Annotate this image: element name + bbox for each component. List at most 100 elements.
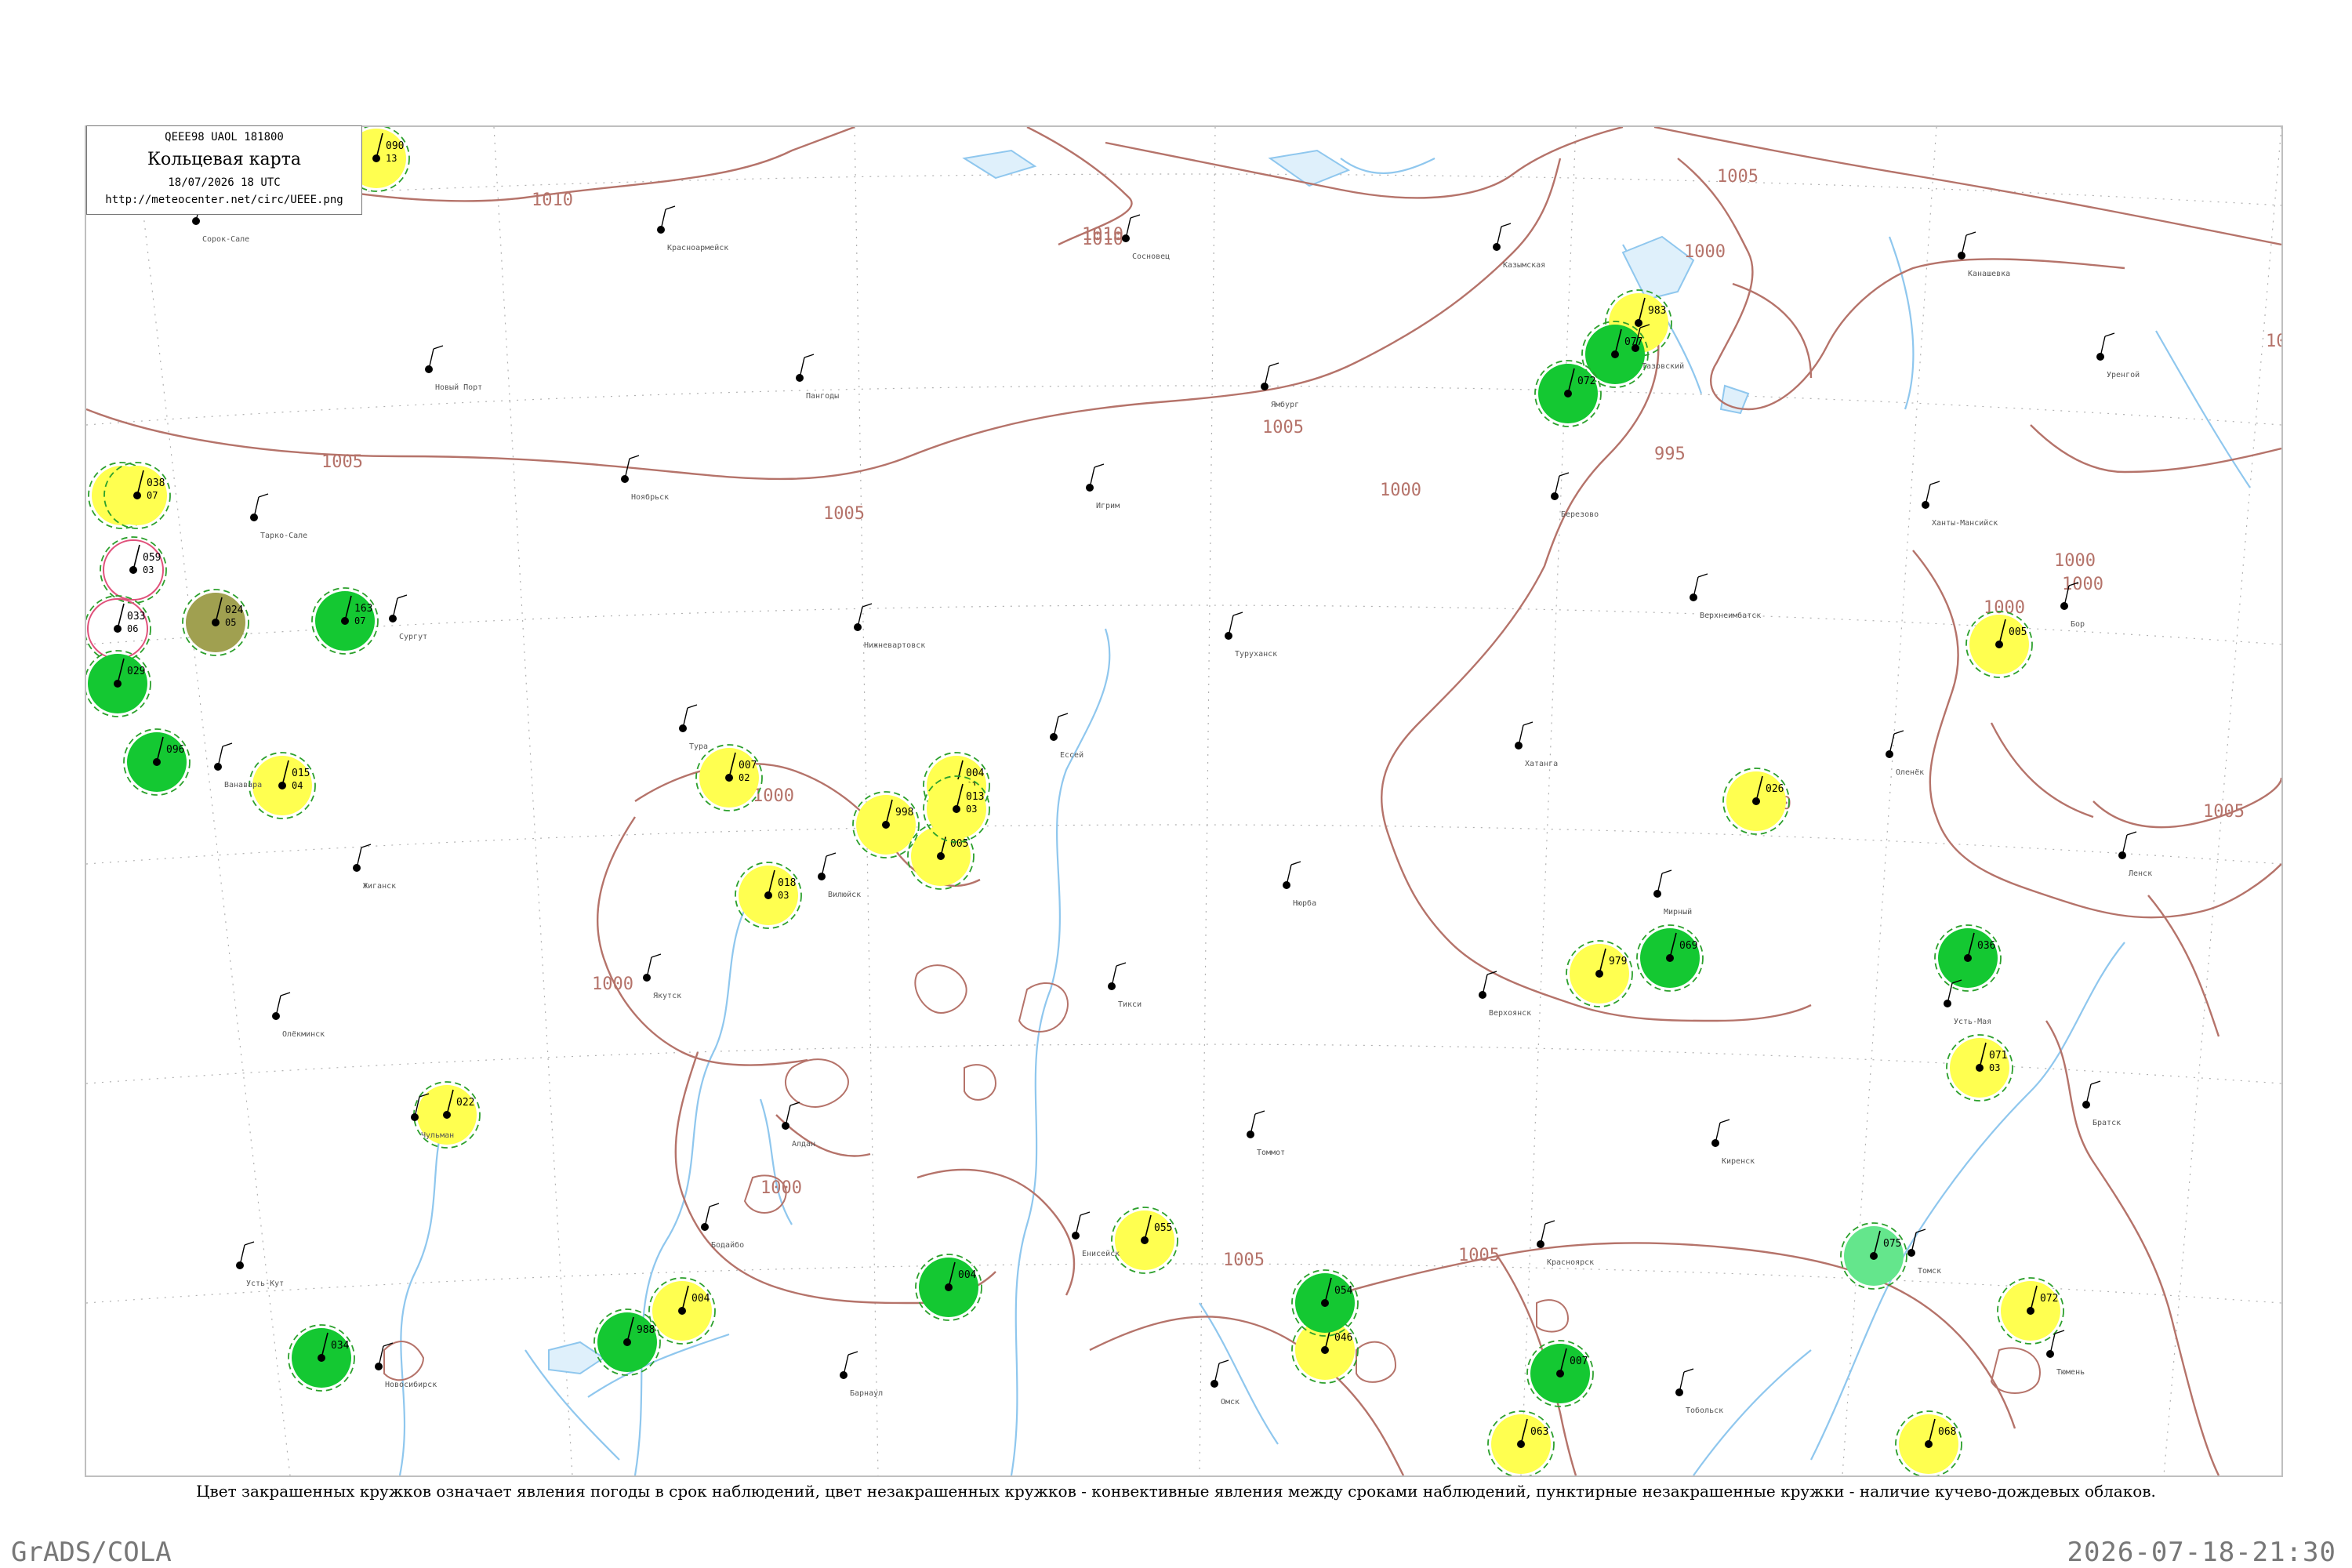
station-plot[interactable]: 004 [915,1254,982,1321]
pressure-value: 029 [127,666,145,677]
station-plot[interactable]: 07103 [1946,1034,2013,1102]
station-name: Чульман [421,1131,454,1140]
pressure-tendency: 06 [127,623,138,634]
station-plot[interactable]: 029 [86,650,151,717]
station-plot[interactable]: 02405 [182,589,249,656]
pressure-tendency: 03 [1989,1062,2000,1073]
station-plot-small[interactable]: Ессей [1050,713,1083,760]
station-plot-small[interactable]: Красноармейск [657,205,728,252]
station-plot-small[interactable]: Тикси [1108,962,1142,1009]
wind-feather [1697,573,1708,578]
station-plot-small[interactable]: Новый Порт [425,345,482,392]
station-plot-small[interactable]: Бодайбо [701,1203,744,1250]
station-name: Ленск [2129,869,2152,878]
station-name: Алдан [792,1140,815,1149]
station-plot[interactable]: 998 [852,791,920,858]
station-plot-small[interactable]: Томск [1907,1229,1941,1276]
grads-credit: GrADS/COLA [11,1537,172,1568]
pressure-value: 022 [456,1097,474,1109]
isobar-label: 995 [1654,445,1686,464]
wind-feather [1915,1229,1926,1233]
pressure-tendency: 03 [966,804,977,815]
wind-feather [222,742,233,747]
station-name: Сорок-Сале [202,235,249,244]
pressure-tendency: 07 [147,490,158,501]
wind-feather [2126,831,2137,836]
isobar-label: 1010 [532,191,573,210]
station-plot[interactable]: 03306 [86,595,151,662]
pressure-value: 055 [1154,1222,1172,1234]
pressure-value: 059 [143,552,161,564]
station-plot-small[interactable]: Мирный [1653,869,1692,916]
station-plot-small[interactable]: Нижневартовск [854,603,925,650]
station-plot[interactable]: 036 [1934,924,2002,992]
station-name: Оленёк [1896,768,1924,777]
station-plot-small[interactable]: Сосновец [1122,214,1170,261]
station-plot-small[interactable]: Братск [2082,1080,2121,1127]
station-plot-small[interactable]: Вилюйск [818,852,861,899]
station-name: Томмот [1257,1149,1285,1157]
source-url[interactable]: http://meteocenter.net/circ/UEEE.png [87,194,361,206]
wind-barb [132,544,140,571]
wind-feather [1080,1211,1091,1216]
pressure-tendency: 02 [739,772,750,783]
station-plot-small[interactable]: Киренск [1711,1119,1755,1166]
station-plot-small[interactable]: Алдан [782,1102,815,1149]
station-plot[interactable]: 075 [1840,1222,1907,1290]
pressure-value: 063 [1530,1426,1548,1438]
station-plot-small[interactable]: Ноябрьск [621,455,669,502]
station-plot-small[interactable]: Ханты-Мансийск [1922,481,1998,528]
station-plot-small[interactable]: Тарко-Сале [250,493,307,540]
station-plot-small[interactable]: Тобольск [1675,1368,1723,1415]
station-plot[interactable]: 072 [1997,1277,2064,1345]
station-plot-small[interactable]: Усть-Кут [236,1241,284,1288]
station-plot[interactable]: 054 [1291,1269,1359,1337]
pressure-value: 979 [1609,956,1627,967]
station-name: Ямбург [1271,400,1299,409]
station-plot-small[interactable]: Верхнеимбатск [1690,573,1761,620]
station-plot-small[interactable]: Оленёк [1886,730,1924,777]
pressure-value: 988 [637,1324,655,1336]
station-plot-small[interactable]: Томмот [1247,1110,1285,1157]
station-plot-small[interactable]: Хатанга [1515,721,1558,768]
station-plot-small[interactable]: Жиганск [353,844,396,891]
station-plot[interactable]: 096 [123,728,191,796]
station-plot-small[interactable]: Туруханск [1225,612,1277,659]
station-name: Жиганск [363,882,396,891]
pressure-value: 069 [1679,940,1697,952]
station-plot[interactable]: 007 [1526,1340,1594,1407]
station-plot[interactable]: 979 [1566,940,1633,1007]
station-plot[interactable]: 01803 [735,862,802,929]
station-plot-small[interactable]: Олёкминск [272,992,325,1039]
station-plot-small[interactable]: Якутск [643,953,681,1000]
station-plot-small[interactable]: Тура [679,704,708,751]
pressure-value: 072 [1577,376,1595,387]
station-plot[interactable]: 026 [1722,768,1790,835]
station-name: Усть-Кут [246,1279,284,1288]
station-plot-small[interactable]: Енисейск [1072,1211,1120,1258]
station-plot[interactable]: 063 [1487,1410,1555,1475]
pressure-value: 004 [958,1269,977,1281]
station-name: Уренгой [2107,370,2140,379]
station-plot-small[interactable]: Канашевка [1958,231,2010,278]
station-plot-small[interactable]: Нюрба [1283,861,1316,908]
station-plot-small[interactable]: Игрим [1086,463,1120,510]
station-plot-small[interactable]: Сургут [389,594,427,641]
isobar-label: 1005 [1458,1246,1500,1265]
station-plot-small[interactable]: Уренгой [2096,332,2140,379]
station-plot-small[interactable]: Тюмень [2046,1330,2085,1377]
pressure-value: 015 [292,768,310,779]
station-plot[interactable]: 005 [1965,611,2033,678]
station-plot-small[interactable]: Пангоды [796,354,839,401]
station-name: Омск [1221,1398,1240,1406]
station-plot[interactable]: 068 [1895,1410,1962,1475]
isobar-label: 1000 [1380,481,1421,500]
station-name: Нюрба [1293,898,1316,908]
station-plot[interactable]: 034 [288,1324,355,1392]
station-plot[interactable]: 00702 [695,744,763,811]
station-plot[interactable]: 05903 [100,536,167,604]
station-plot[interactable]: 16307 [311,587,379,655]
station-plot[interactable]: 055 [1111,1207,1178,1274]
station-name: Казымская [1503,261,1545,270]
station-plot[interactable]: 069 [1636,924,1704,992]
